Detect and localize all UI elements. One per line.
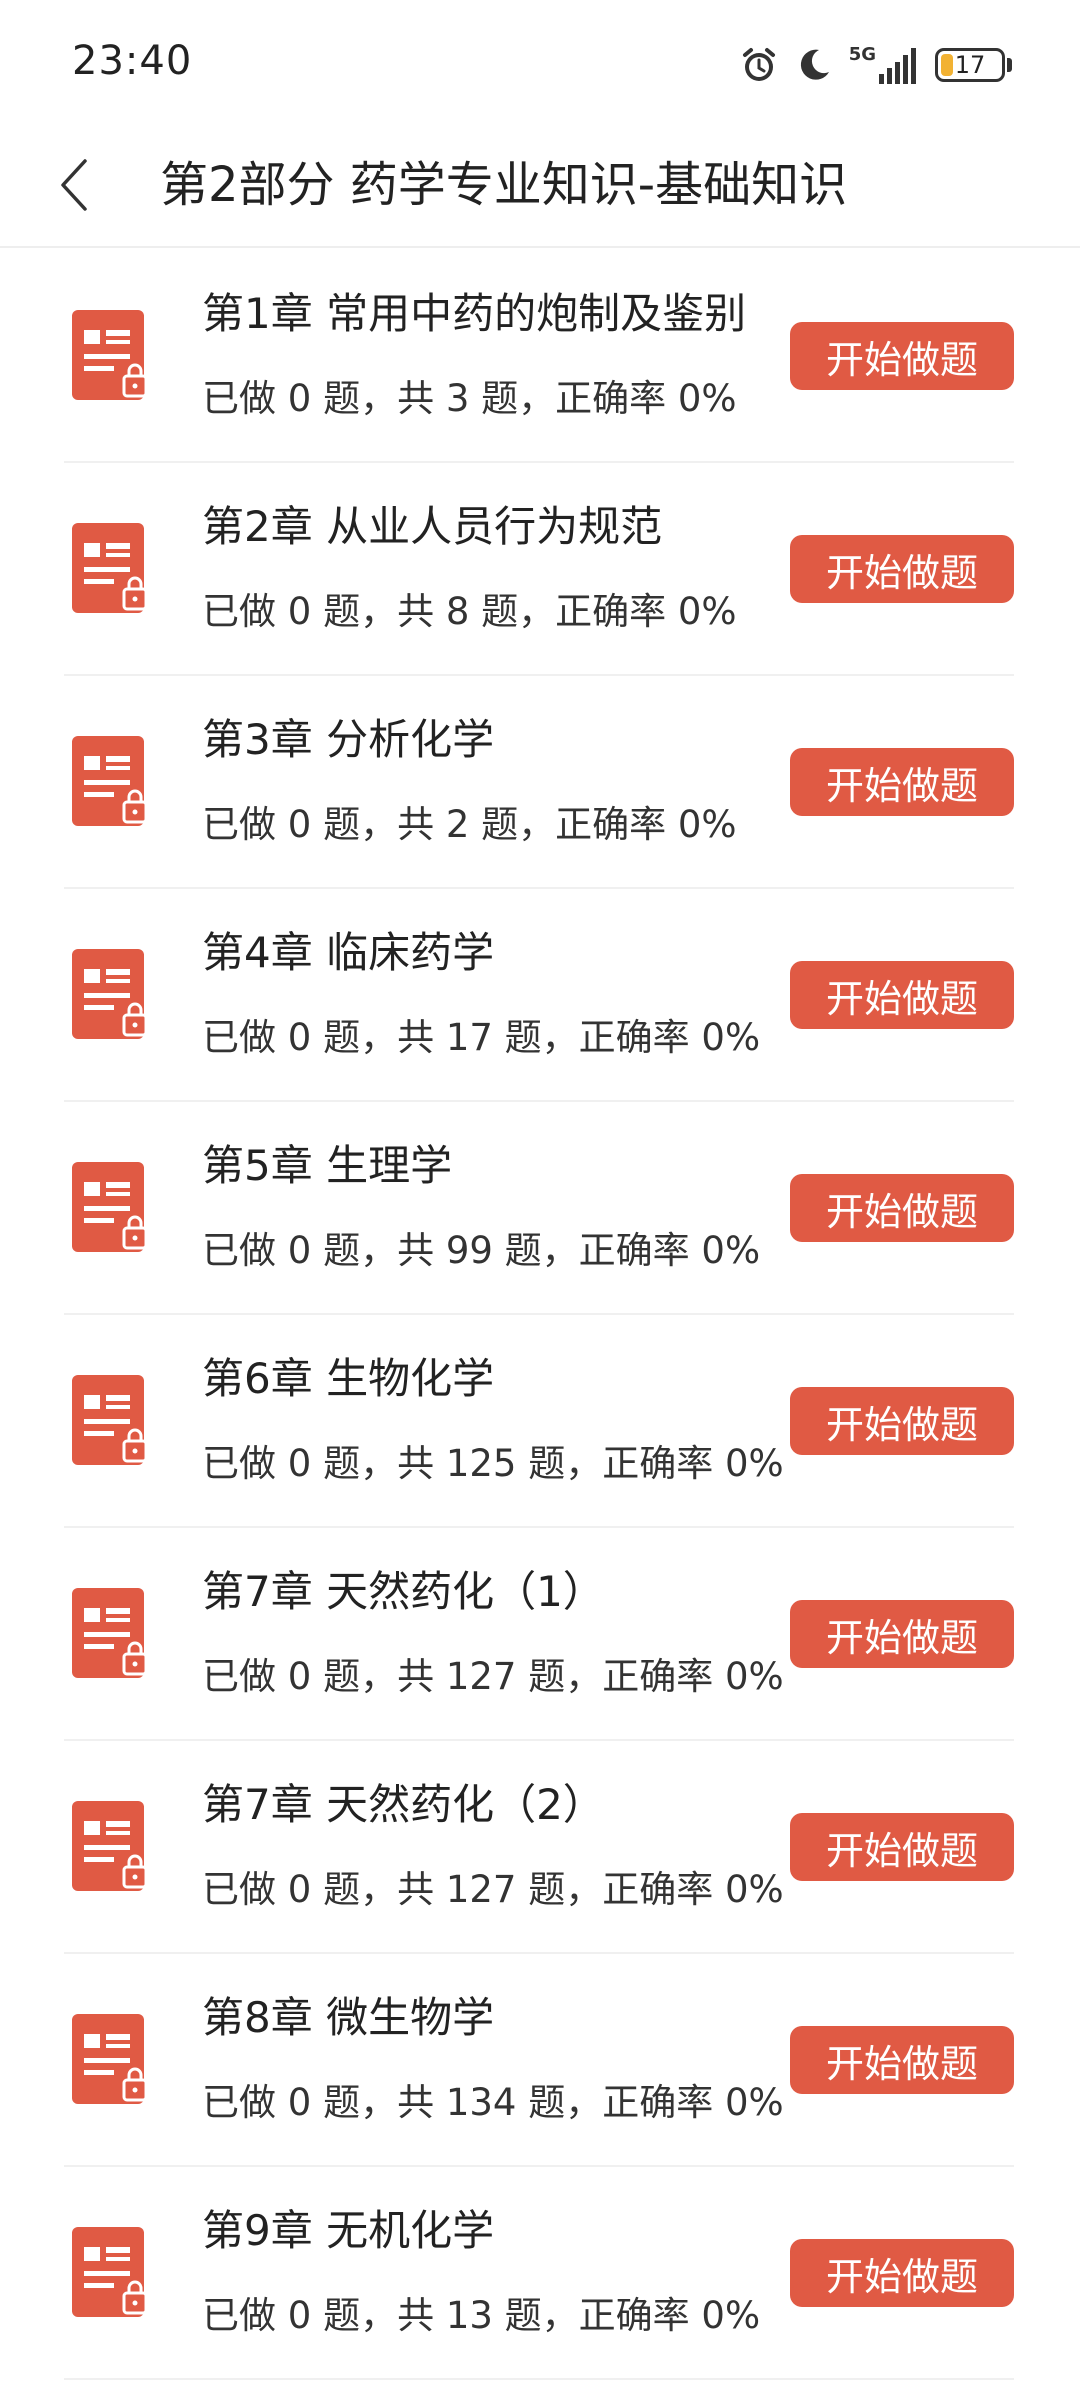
chapter-item: 第9章 无机化学 已做 0 题，共 13 题，正确率 0% 开始做题 <box>0 2167 1080 2380</box>
nav-bar: 第2部分 药学专业知识-基础知识 <box>0 130 1080 248</box>
chapter-stats: 已做 0 题，共 134 题，正确率 0% <box>202 2081 784 2124</box>
chapter-stats: 已做 0 题，共 17 题，正确率 0% <box>202 1016 761 1059</box>
chapter-item: 第7章 天然药化（2） 已做 0 题，共 127 题，正确率 0% 开始做题 <box>0 1741 1080 1954</box>
chapter-stats: 已做 0 题，共 127 题，正确率 0% <box>202 1868 784 1911</box>
document-lock-icon <box>72 1162 148 1252</box>
chapter-stats: 已做 0 题，共 3 题，正确率 0% <box>202 377 737 420</box>
document-lock-icon <box>72 523 148 613</box>
document-lock-icon <box>72 736 148 826</box>
signal-5g-icon: 5G <box>849 46 919 84</box>
chapter-title: 第3章 分析化学 <box>202 715 495 764</box>
chapter-title: 第5章 生理学 <box>202 1141 453 1190</box>
start-practice-button[interactable]: 开始做题 <box>790 748 1014 816</box>
chapter-item: 第6章 生物化学 已做 0 题，共 125 题，正确率 0% 开始做题 <box>0 1315 1080 1528</box>
start-practice-button[interactable]: 开始做题 <box>790 535 1014 603</box>
battery-icon: 17 <box>935 48 1012 82</box>
moon-icon <box>795 46 833 84</box>
chapter-list: 第1章 常用中药的炮制及鉴别 已做 0 题，共 3 题，正确率 0% 开始做题 … <box>0 250 1080 2380</box>
chapter-title: 第2章 从业人员行为规范 <box>202 502 663 551</box>
start-practice-button[interactable]: 开始做题 <box>790 2026 1014 2094</box>
document-lock-icon <box>72 310 148 400</box>
chapter-title: 第6章 生物化学 <box>202 1354 495 1403</box>
chapter-item: 第1章 常用中药的炮制及鉴别 已做 0 题，共 3 题，正确率 0% 开始做题 <box>0 250 1080 463</box>
chapter-stats: 已做 0 题，共 13 题，正确率 0% <box>202 2294 761 2337</box>
chapter-stats: 已做 0 题，共 99 题，正确率 0% <box>202 1229 761 1272</box>
status-bar: 23:40 5G 17 <box>0 0 1080 130</box>
document-lock-icon <box>72 2014 148 2104</box>
alarm-icon <box>739 45 779 85</box>
chapter-title: 第9章 无机化学 <box>202 2206 495 2255</box>
start-practice-button[interactable]: 开始做题 <box>790 1600 1014 1668</box>
document-lock-icon <box>72 2227 148 2317</box>
start-practice-button[interactable]: 开始做题 <box>790 2239 1014 2307</box>
document-lock-icon <box>72 1588 148 1678</box>
chapter-stats: 已做 0 题，共 125 题，正确率 0% <box>202 1442 784 1485</box>
chapter-stats: 已做 0 题，共 2 题，正确率 0% <box>202 803 737 846</box>
chapter-item: 第3章 分析化学 已做 0 题，共 2 题，正确率 0% 开始做题 <box>0 676 1080 889</box>
chapter-title: 第7章 天然药化（1） <box>202 1567 605 1616</box>
document-lock-icon <box>72 1801 148 1891</box>
chapter-item: 第7章 天然药化（1） 已做 0 题，共 127 题，正确率 0% 开始做题 <box>0 1528 1080 1741</box>
status-icons: 5G 17 <box>739 40 1012 90</box>
start-practice-button[interactable]: 开始做题 <box>790 1813 1014 1881</box>
battery-level: 17 <box>954 51 986 79</box>
chapter-item: 第4章 临床药学 已做 0 题，共 17 题，正确率 0% 开始做题 <box>0 889 1080 1102</box>
document-lock-icon <box>72 949 148 1039</box>
status-time: 23:40 <box>72 38 193 84</box>
start-practice-button[interactable]: 开始做题 <box>790 1174 1014 1242</box>
start-practice-button[interactable]: 开始做题 <box>790 961 1014 1029</box>
chapter-title: 第4章 临床药学 <box>202 928 495 977</box>
start-practice-button[interactable]: 开始做题 <box>790 322 1014 390</box>
chapter-title: 第8章 微生物学 <box>202 1993 495 2042</box>
chapter-stats: 已做 0 题，共 8 题，正确率 0% <box>202 590 737 633</box>
chapter-title: 第1章 常用中药的炮制及鉴别 <box>202 289 747 338</box>
chapter-item: 第8章 微生物学 已做 0 题，共 134 题，正确率 0% 开始做题 <box>0 1954 1080 2167</box>
chevron-left-icon <box>61 159 87 211</box>
chapter-stats: 已做 0 题，共 127 题，正确率 0% <box>202 1655 784 1698</box>
document-lock-icon <box>72 1375 148 1465</box>
chapter-title: 第7章 天然药化（2） <box>202 1780 605 1829</box>
page-title: 第2部分 药学专业知识-基础知识 <box>160 157 848 213</box>
back-button[interactable] <box>40 150 110 220</box>
chapter-item: 第2章 从业人员行为规范 已做 0 题，共 8 题，正确率 0% 开始做题 <box>0 463 1080 676</box>
start-practice-button[interactable]: 开始做题 <box>790 1387 1014 1455</box>
chapter-item: 第5章 生理学 已做 0 题，共 99 题，正确率 0% 开始做题 <box>0 1102 1080 1315</box>
network-label: 5G <box>848 44 876 65</box>
